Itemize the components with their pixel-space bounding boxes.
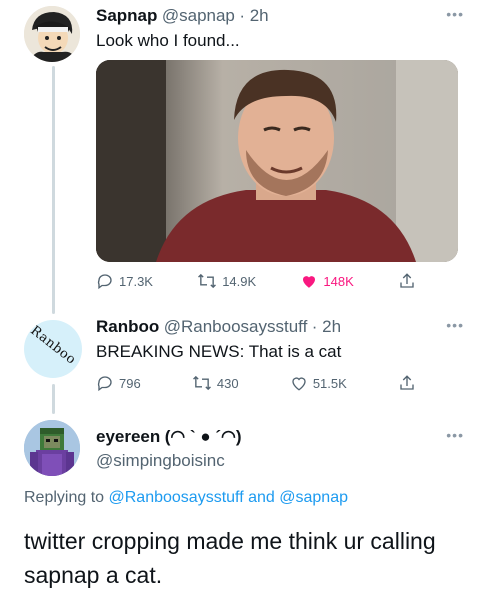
retweet-icon bbox=[192, 375, 211, 391]
retweet-count: 14.9K bbox=[222, 273, 257, 289]
mention-link[interactable]: @Ranboosaysstuff bbox=[109, 489, 244, 506]
tweet-actions: 796 430 51.5K bbox=[96, 373, 416, 393]
replying-to: Replying to @Ranboosaysstuff and @sapnap bbox=[24, 489, 348, 507]
reply-button[interactable]: 796 bbox=[96, 373, 141, 393]
sapnap-avatar-icon bbox=[24, 6, 80, 62]
retweet-button[interactable]: 14.9K bbox=[197, 271, 256, 291]
like-count: 51.5K bbox=[312, 375, 347, 391]
avatar[interactable] bbox=[24, 6, 80, 62]
user-handle[interactable]: @sapnap bbox=[162, 6, 235, 25]
reply-count: 17.3K bbox=[119, 273, 153, 289]
tweet-actions: 17.3K 14.9K 148K bbox=[96, 271, 416, 291]
display-name[interactable]: eyereen bbox=[96, 427, 160, 446]
retweet-button[interactable]: 430 bbox=[192, 373, 239, 393]
share-button[interactable] bbox=[398, 271, 416, 291]
display-name[interactable]: Ranboo bbox=[96, 317, 159, 336]
share-icon bbox=[400, 375, 414, 390]
retweet-count: 430 bbox=[216, 375, 239, 391]
more-options-icon[interactable]: ••• bbox=[446, 6, 464, 22]
tweet-text: twitter cropping made me think ur callin… bbox=[24, 528, 436, 588]
like-button[interactable]: 51.5K bbox=[290, 373, 347, 393]
thread-line bbox=[52, 384, 55, 414]
heart-filled-icon bbox=[303, 276, 316, 288]
avatar[interactable] bbox=[24, 420, 80, 476]
tweet-header: eyereen (◠ ` ● ´◠) bbox=[96, 427, 241, 447]
photo-of-person-icon bbox=[96, 60, 458, 262]
mention-link[interactable]: @sapnap bbox=[279, 489, 348, 506]
display-name[interactable]: Sapnap bbox=[96, 6, 157, 25]
reply-icon bbox=[97, 274, 112, 290]
timestamp[interactable]: · 2h bbox=[239, 6, 268, 25]
heart-icon bbox=[292, 377, 306, 391]
avatar[interactable]: Ranboo bbox=[24, 320, 82, 378]
more-options-icon[interactable]: ••• bbox=[446, 427, 464, 443]
avatar-label: Ranboo bbox=[27, 323, 79, 368]
reply-count: 796 bbox=[119, 375, 141, 391]
replying-prefix: Replying to bbox=[24, 489, 105, 506]
like-button[interactable]: 148K bbox=[300, 271, 354, 291]
tweet-media[interactable] bbox=[96, 60, 458, 262]
share-button[interactable] bbox=[398, 373, 416, 393]
thread-line bbox=[52, 66, 55, 314]
tweet-header: Ranboo @Ranboosaysstuff · 2h bbox=[96, 317, 341, 337]
retweet-icon bbox=[198, 273, 217, 289]
more-options-icon[interactable]: ••• bbox=[446, 317, 464, 333]
minecraft-skin-avatar-icon bbox=[24, 420, 80, 476]
replying-and: and bbox=[248, 489, 275, 506]
tweet-header: Sapnap @sapnap · 2h bbox=[96, 6, 269, 26]
reply-button[interactable]: 17.3K bbox=[96, 271, 153, 291]
user-handle[interactable]: @Ranboosaysstuff bbox=[164, 317, 308, 336]
tweet-text: Look who I found... bbox=[96, 31, 240, 50]
like-count: 148K bbox=[323, 273, 354, 289]
timestamp[interactable]: · 2h bbox=[312, 317, 341, 336]
name-emoticon: (◠ ` ● ´◠) bbox=[164, 427, 242, 446]
reply-icon bbox=[97, 376, 112, 392]
user-handle[interactable]: @simpingboisinc bbox=[96, 451, 225, 471]
tweet-text: BREAKING NEWS: That is a cat bbox=[96, 342, 342, 361]
share-icon bbox=[400, 273, 414, 288]
